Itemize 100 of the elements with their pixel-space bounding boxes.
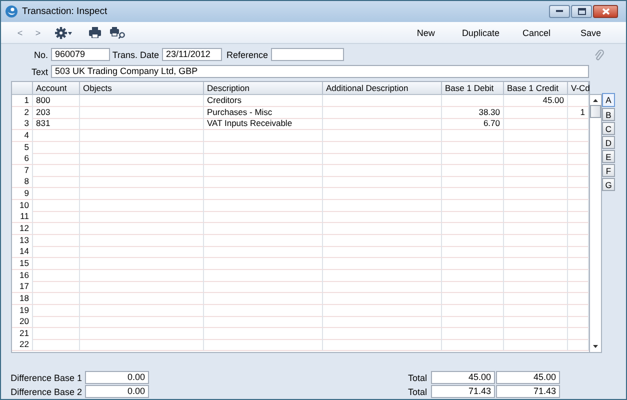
input-field: 71.43 xyxy=(496,385,560,398)
maximize-icon[interactable] xyxy=(578,8,586,15)
table-cell: 800 xyxy=(33,95,80,107)
table-cell xyxy=(33,234,80,247)
table-cell: 203 xyxy=(33,106,80,119)
table-cell xyxy=(442,270,504,282)
page-tab[interactable]: E xyxy=(602,150,615,163)
table-cell xyxy=(504,164,568,177)
table-cell xyxy=(442,188,504,200)
row-number: 15 xyxy=(12,258,33,270)
table-cell xyxy=(504,328,568,340)
table-cell xyxy=(33,316,80,328)
page-tab[interactable]: C xyxy=(602,122,615,135)
close-icon[interactable] xyxy=(602,8,610,15)
table-cell xyxy=(442,130,504,142)
nav-button[interactable]: > xyxy=(29,28,47,38)
table-cell xyxy=(504,200,568,212)
table-cell xyxy=(568,258,589,270)
table-cell xyxy=(33,292,80,305)
table-cell xyxy=(33,130,80,142)
table-cell xyxy=(442,316,504,328)
window-title: Transaction: Inspect xyxy=(22,6,108,17)
table-cell xyxy=(33,200,80,212)
close-button[interactable] xyxy=(593,5,618,18)
column-header[interactable]: Description xyxy=(204,82,323,94)
page-tab[interactable]: B xyxy=(602,108,615,121)
scroll-down-icon[interactable] xyxy=(592,344,599,349)
row-number: 11 xyxy=(12,211,33,224)
column-header[interactable]: Objects xyxy=(80,82,204,94)
table-cell xyxy=(504,106,568,119)
toolbar-button[interactable]: Save xyxy=(580,28,601,38)
table-cell: 1 xyxy=(568,106,589,119)
column-header[interactable]: Account xyxy=(33,82,80,94)
table-cell xyxy=(568,339,589,352)
table-cell xyxy=(442,292,504,305)
table-cell xyxy=(568,292,589,305)
page-tab[interactable]: D xyxy=(602,136,615,149)
column-header[interactable]: V-Cd xyxy=(568,82,589,94)
table-cell: 831 xyxy=(33,118,80,130)
table-cell xyxy=(33,164,80,177)
table-cell xyxy=(442,246,504,258)
table-cell xyxy=(504,130,568,142)
column-header[interactable]: Base 1 Credit xyxy=(504,82,568,94)
print-preview-icon[interactable] xyxy=(110,26,126,38)
page-tab[interactable]: G xyxy=(602,178,615,191)
input-field[interactable]: 503 UK Trading Company Ltd, GBP xyxy=(51,65,589,78)
table-cell xyxy=(568,246,589,258)
app-logo-icon[interactable] xyxy=(5,5,18,18)
toolbar-button[interactable]: New xyxy=(416,28,435,38)
table-cell xyxy=(568,142,589,154)
table-cell xyxy=(33,246,80,258)
table-cell: Purchases - Misc xyxy=(204,106,323,119)
input-field: 45.00 xyxy=(431,371,495,384)
field-label: Text xyxy=(30,66,49,76)
input-field: 0.00 xyxy=(85,385,149,398)
row-number: 17 xyxy=(12,281,33,294)
input-field[interactable]: 23/11/2012 xyxy=(162,48,222,61)
scroll-up-icon[interactable] xyxy=(592,98,599,103)
table-cell xyxy=(568,200,589,212)
table-cell: 38.30 xyxy=(442,106,504,119)
printer-icon[interactable] xyxy=(89,27,101,38)
table-cell xyxy=(33,270,80,282)
maximize-button[interactable] xyxy=(571,5,592,18)
table-cell xyxy=(504,118,568,130)
table-cell xyxy=(568,130,589,142)
table-cell xyxy=(504,292,568,305)
nav-button[interactable]: < xyxy=(11,28,29,38)
table-cell xyxy=(504,211,568,224)
table-cell xyxy=(568,316,589,328)
table-cell xyxy=(568,328,589,340)
page-tab[interactable]: F xyxy=(602,164,615,177)
table-cell xyxy=(568,95,589,107)
toolbar-button[interactable]: Cancel xyxy=(522,28,550,38)
table-cell xyxy=(568,188,589,200)
table-cell xyxy=(568,270,589,282)
table-cell xyxy=(504,176,568,188)
table-cell xyxy=(568,164,589,177)
row-number: 8 xyxy=(12,176,33,188)
table-cell xyxy=(504,304,568,317)
input-field[interactable] xyxy=(271,48,344,61)
table-cell xyxy=(504,316,568,328)
minimize-icon[interactable] xyxy=(556,10,563,13)
column-header[interactable]: Base 1 Debit xyxy=(442,82,504,94)
gear-icon[interactable] xyxy=(55,26,72,38)
scrollbar-thumb[interactable] xyxy=(590,105,601,118)
paperclip-icon[interactable] xyxy=(594,48,604,60)
table-cell xyxy=(568,223,589,236)
field-label: Trans. Date xyxy=(111,50,160,60)
input-field: 45.00 xyxy=(496,371,560,384)
table-cell xyxy=(568,153,589,166)
minimize-button[interactable] xyxy=(549,5,570,18)
field-label: Difference Base 2 xyxy=(10,386,83,396)
table-cell xyxy=(442,223,504,236)
toolbar-button[interactable]: Duplicate xyxy=(462,28,500,38)
table-cell xyxy=(442,328,504,340)
input-field[interactable]: 960079 xyxy=(51,48,110,61)
page-tab[interactable]: A xyxy=(602,93,615,107)
column-header[interactable]: Additional Description xyxy=(323,82,442,94)
table-cell xyxy=(442,281,504,294)
row-number: 22 xyxy=(12,339,33,352)
